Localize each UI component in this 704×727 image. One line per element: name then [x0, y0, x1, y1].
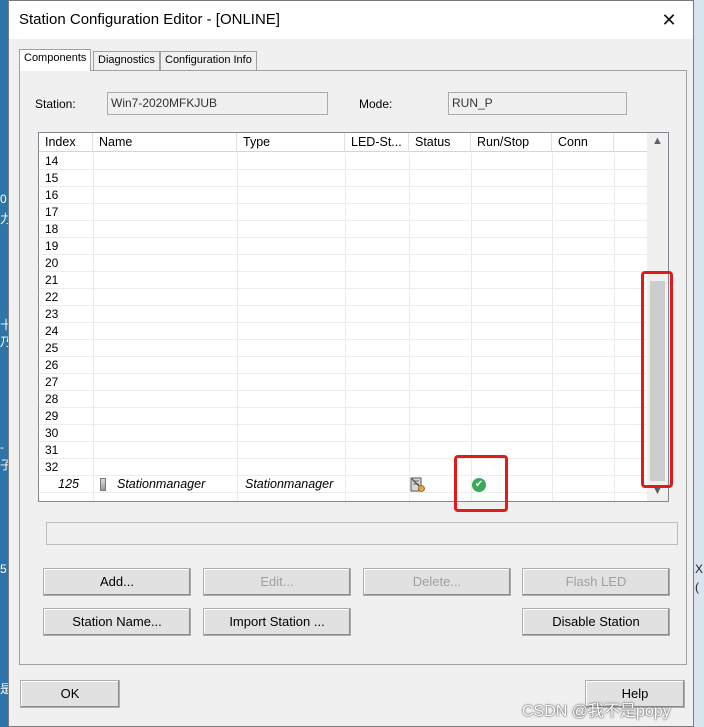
- list-item[interactable]: 15: [39, 170, 647, 187]
- list-body: 14 15 16 17 18 19 20 21 22 23 24 25 26 2…: [39, 153, 647, 501]
- row-index: 125: [58, 477, 79, 491]
- desktop-fragment: 5: [0, 562, 7, 576]
- scroll-down-button[interactable]: ▼: [647, 483, 668, 500]
- row-index: 17: [45, 205, 59, 219]
- row-type: Stationmanager: [245, 477, 334, 491]
- column-name[interactable]: Name: [93, 133, 237, 152]
- desktop-background-left: 0 力 十 乃 - 子 5 是: [0, 0, 12, 727]
- column-type[interactable]: Type: [237, 133, 345, 152]
- column-led-status[interactable]: LED-St...: [345, 133, 409, 152]
- column-index[interactable]: Index: [39, 133, 93, 152]
- components-list[interactable]: Index Name Type LED-St... Status Run/Sto…: [38, 132, 669, 502]
- station-manager-row[interactable]: 125 Stationmanager Stationmanager ✔: [39, 476, 647, 493]
- mode-label: Mode:: [359, 97, 393, 111]
- row-index: 28: [45, 392, 59, 406]
- list-item[interactable]: 31: [39, 442, 647, 459]
- edit-button[interactable]: Edit...: [203, 568, 351, 596]
- list-item[interactable]: 17: [39, 204, 647, 221]
- column-conn[interactable]: Conn: [552, 133, 614, 152]
- list-item[interactable]: 21: [39, 272, 647, 289]
- list-item[interactable]: 20: [39, 255, 647, 272]
- row-index: 16: [45, 188, 59, 202]
- row-index: 23: [45, 307, 59, 321]
- desktop-fragment: (: [695, 580, 699, 594]
- row-index: 32: [45, 460, 59, 474]
- scroll-up-button[interactable]: ▲: [647, 133, 668, 150]
- scrollbar-thumb[interactable]: [650, 281, 665, 481]
- close-icon: ✕: [661, 10, 677, 30]
- list-item[interactable]: 19: [39, 238, 647, 255]
- module-icon: [100, 478, 106, 491]
- vertical-scrollbar[interactable]: ▲ ▼: [647, 133, 668, 501]
- station-label: Station:: [35, 97, 76, 111]
- desktop-fragment: 0: [0, 192, 7, 206]
- row-index: 19: [45, 239, 59, 253]
- list-item[interactable]: 27: [39, 374, 647, 391]
- ok-button[interactable]: OK: [20, 680, 120, 708]
- close-button[interactable]: ✕: [647, 5, 691, 35]
- list-item[interactable]: 22: [39, 289, 647, 306]
- list-item[interactable]: 18: [39, 221, 647, 238]
- desktop-fragment: -: [0, 440, 4, 454]
- row-index: 29: [45, 409, 59, 423]
- row-name: Stationmanager: [117, 477, 206, 491]
- row-index: 30: [45, 426, 59, 440]
- column-run-stop[interactable]: Run/Stop: [471, 133, 552, 152]
- station-name-button[interactable]: Station Name...: [43, 608, 191, 636]
- list-item[interactable]: 24: [39, 323, 647, 340]
- row-index: 18: [45, 222, 59, 236]
- list-item[interactable]: 26: [39, 357, 647, 374]
- delete-button[interactable]: Delete...: [363, 568, 511, 596]
- station-field: Win7-2020MFKJUB: [107, 92, 328, 115]
- row-index: 25: [45, 341, 59, 355]
- row-index: 24: [45, 324, 59, 338]
- desktop-fragment: X: [695, 562, 704, 576]
- row-index: 14: [45, 154, 59, 168]
- list-header: Index Name Type LED-St... Status Run/Sto…: [39, 133, 647, 152]
- add-button[interactable]: Add...: [43, 568, 191, 596]
- column-status[interactable]: Status: [409, 133, 471, 152]
- mode-field: RUN_P: [448, 92, 627, 115]
- module-status-icon: [410, 477, 425, 492]
- flash-led-button[interactable]: Flash LED: [522, 568, 670, 596]
- check-circle-icon: ✔: [472, 478, 486, 492]
- list-item[interactable]: 25: [39, 340, 647, 357]
- list-item[interactable]: 28: [39, 391, 647, 408]
- list-item[interactable]: 29: [39, 408, 647, 425]
- tab-diagnostics[interactable]: Diagnostics: [93, 51, 160, 70]
- import-station-button[interactable]: Import Station ...: [203, 608, 351, 636]
- list-item[interactable]: 30: [39, 425, 647, 442]
- row-index: 20: [45, 256, 59, 270]
- row-index: 21: [45, 273, 59, 287]
- list-item[interactable]: 23: [39, 306, 647, 323]
- components-panel: Station: Win7-2020MFKJUB Mode: RUN_P Ind…: [19, 70, 687, 665]
- row-index: 26: [45, 358, 59, 372]
- row-index: 15: [45, 171, 59, 185]
- progress-bar: [46, 522, 678, 545]
- chevron-up-icon: ▲: [652, 135, 663, 147]
- tab-configuration-info[interactable]: Configuration Info: [160, 51, 257, 70]
- station-config-editor-window: Station Configuration Editor - [ONLINE] …: [8, 0, 694, 727]
- row-index: 27: [45, 375, 59, 389]
- row-index: 22: [45, 290, 59, 304]
- disable-station-button[interactable]: Disable Station: [522, 608, 670, 636]
- list-item[interactable]: 32: [39, 459, 647, 476]
- desktop-background-right: X (: [694, 0, 704, 727]
- title-bar: Station Configuration Editor - [ONLINE] …: [9, 1, 693, 39]
- list-item[interactable]: 14: [39, 153, 647, 170]
- row-index: 31: [45, 443, 59, 457]
- watermark: CSDN @我不是popy: [522, 703, 671, 720]
- tab-components[interactable]: Components: [19, 49, 92, 71]
- list-item[interactable]: 16: [39, 187, 647, 204]
- window-title: Station Configuration Editor - [ONLINE]: [19, 11, 280, 28]
- chevron-down-icon: ▼: [652, 485, 663, 497]
